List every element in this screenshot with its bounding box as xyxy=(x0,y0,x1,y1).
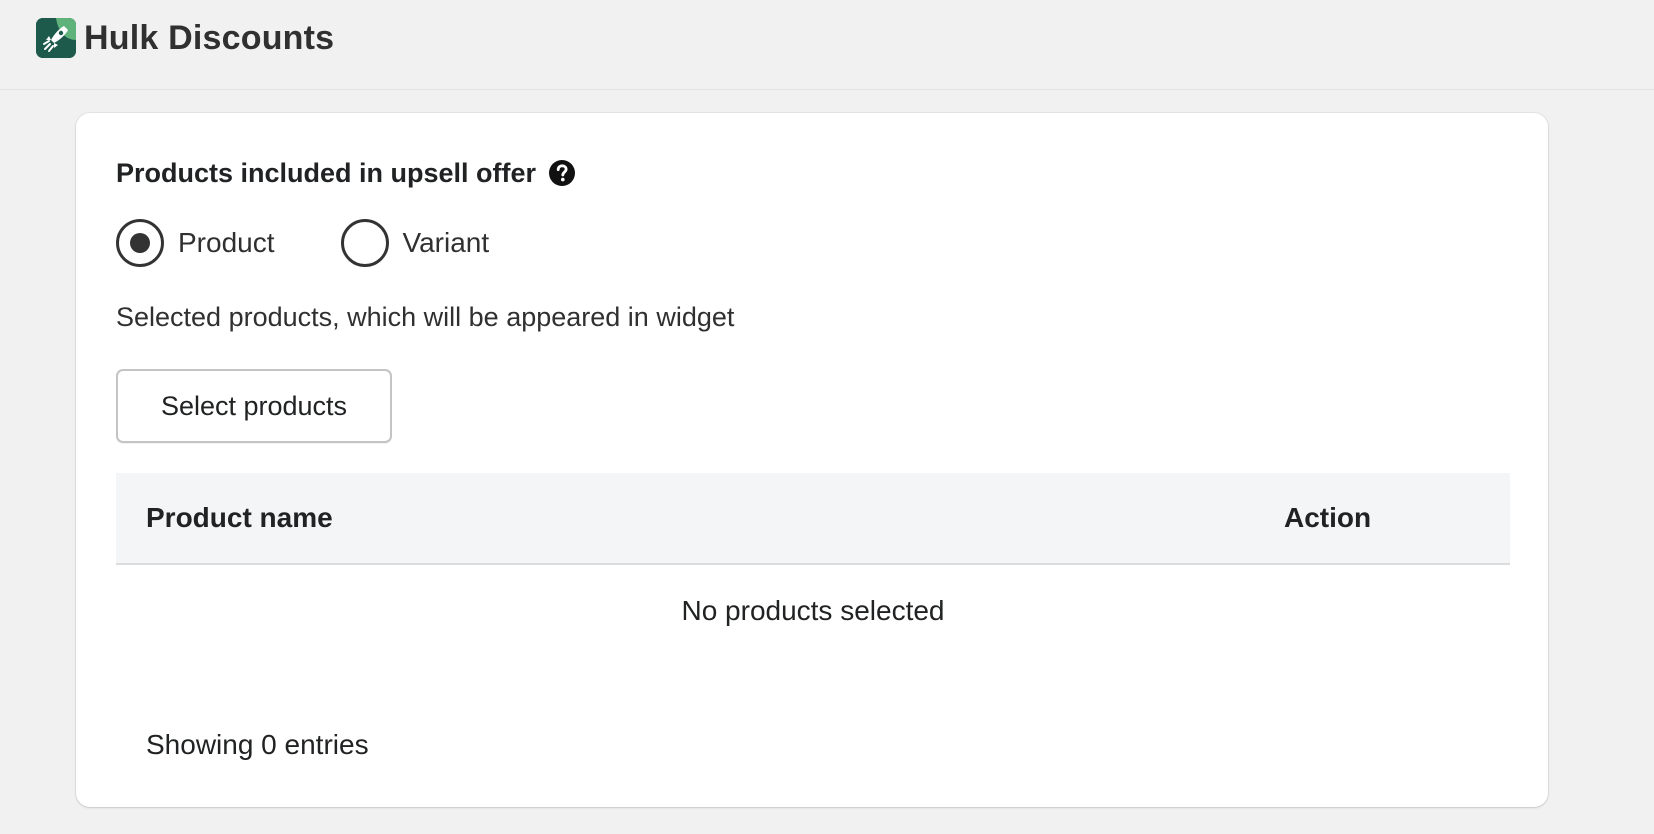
entries-count-text: Showing 0 entries xyxy=(146,729,369,760)
table-empty-message: No products selected xyxy=(681,595,945,626)
section-heading: Products included in upsell offer xyxy=(116,155,576,191)
product-radio-button[interactable] xyxy=(116,219,164,267)
select-products-button[interactable]: Select products xyxy=(116,369,392,443)
column-header-action: Action xyxy=(1284,502,1372,533)
section-title: Products included in upsell offer xyxy=(116,158,537,188)
radio-option-variant[interactable]: Variant xyxy=(340,219,490,267)
app-header: Hulk Discounts xyxy=(0,0,1654,90)
radio-label-variant: Variant xyxy=(402,227,490,258)
radio-label-product: Product xyxy=(178,227,275,258)
variant-radio-button[interactable] xyxy=(340,219,389,267)
selected-products-helper-text: Selected products, which will be appeare… xyxy=(116,302,735,332)
table-header-row: Product name Action xyxy=(116,473,1510,565)
app-title: Hulk Discounts xyxy=(84,19,335,57)
products-table: Product name Action No products selected xyxy=(116,473,1510,657)
radio-option-product[interactable]: Product xyxy=(116,219,275,267)
upsell-products-card: Products included in upsell offer Produc… xyxy=(76,113,1548,807)
question-circle-icon[interactable] xyxy=(548,159,576,187)
product-type-radio-group: Product Variant xyxy=(116,219,555,267)
app-logo-icon xyxy=(36,18,76,58)
column-header-product-name: Product name xyxy=(146,502,333,533)
